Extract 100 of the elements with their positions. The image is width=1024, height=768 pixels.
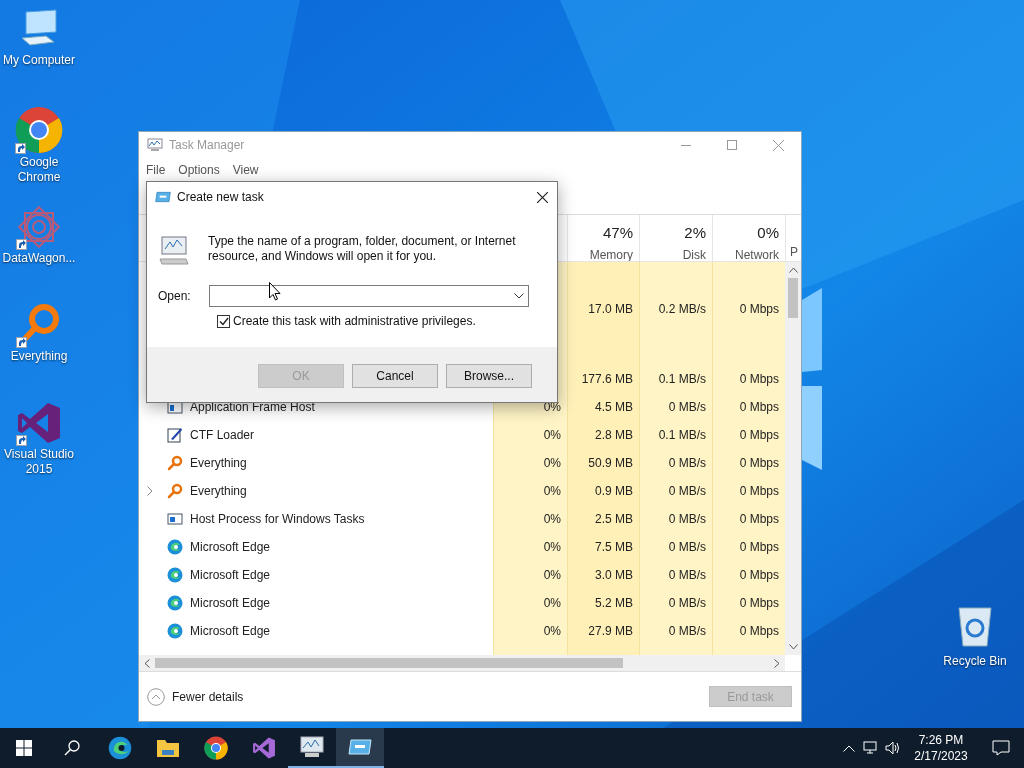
usage-percent: 47%	[602, 223, 633, 243]
table-cell-text: 0%	[543, 623, 561, 640]
process-name[interactable]: Microsoft Edge	[190, 594, 271, 612]
magnifier-icon	[167, 483, 183, 499]
magnifier-icon	[167, 455, 183, 471]
table-cell-text: 0 MB/s	[668, 399, 706, 416]
column-label: Network	[735, 246, 779, 261]
table-cell-text: 5.2 MB	[595, 595, 633, 612]
table-cell-text: 0.1 MB/s	[658, 427, 706, 444]
table-cell-text: 0 Mbps	[739, 371, 779, 388]
table-cell-text: 2.8 MB	[595, 427, 633, 444]
scroll-thumb[interactable]	[788, 278, 798, 318]
close-icon	[772, 139, 784, 151]
icon-label[interactable]: Google Chrome	[0, 155, 78, 185]
column-header[interactable]: 47% Memory	[567, 215, 639, 261]
table-cell-text: 0 Mbps	[739, 511, 779, 528]
dialog-button[interactable]: Cancel	[352, 364, 438, 388]
column-header[interactable]: P	[785, 215, 803, 261]
edge-icon	[167, 595, 183, 611]
table-cell-text: 0 Mbps	[739, 595, 779, 612]
close-icon	[536, 191, 548, 203]
window-title: Task Manager	[169, 137, 245, 154]
process-name[interactable]: Host Process for Windows Tasks	[190, 510, 365, 528]
table-cell-text: 0 MB/s	[668, 567, 706, 584]
vertical-scrollbar[interactable]	[785, 262, 801, 655]
process-name[interactable]: Microsoft Edge	[190, 622, 271, 640]
menu-item[interactable]: File	[146, 161, 166, 179]
column-header[interactable]: 0% Network	[712, 215, 785, 261]
icon-label[interactable]: Everything	[0, 349, 78, 364]
process-name[interactable]: Microsoft Edge	[190, 538, 271, 556]
usage-percent: 2%	[684, 223, 706, 243]
table-cell-text: 0 MB/s	[668, 623, 706, 640]
table-cell-text: 0 Mbps	[739, 399, 779, 416]
table-cell-text: 0 MB/s	[668, 483, 706, 500]
table-cell-text: 3.0 MB	[595, 567, 633, 584]
edge-icon	[167, 539, 183, 555]
caret-icon[interactable]	[514, 293, 524, 299]
column-label: Memory	[589, 246, 633, 261]
table-cell-text: 7.5 MB	[595, 539, 633, 556]
magnifier-icon[interactable]	[16, 302, 62, 348]
run-dialog-icon	[155, 191, 171, 203]
table-cell-text: 0 Mbps	[739, 567, 779, 584]
computer-icon	[158, 234, 190, 266]
edge-icon	[167, 623, 183, 639]
window-icon	[167, 511, 183, 527]
table-cell-text: 50.9 MB	[588, 455, 633, 472]
edge-icon	[167, 567, 183, 583]
chevron-icon[interactable]	[147, 486, 153, 496]
clock-time: 7:26 PM	[918, 732, 964, 748]
table-cell-text: 0 Mbps	[739, 483, 779, 500]
process-name[interactable]: Everything	[190, 482, 247, 500]
table-cell-text: 0 MB/s	[668, 539, 706, 556]
icon-label[interactable]: DataWagon...	[0, 251, 78, 266]
column-header[interactable]: 2% Disk	[639, 215, 712, 261]
cursor-icon	[269, 282, 281, 301]
table-cell-text: 0 Mbps	[739, 427, 779, 444]
checkbox-label[interactable]: Create this task with administrative privileges.	[233, 312, 476, 330]
table-cell-text: 0 Mbps	[739, 623, 779, 640]
table-cell-text: 2.5 MB	[595, 511, 633, 528]
table-cell-text: 0%	[543, 483, 561, 500]
horizontal-scrollbar[interactable]	[139, 655, 785, 671]
icon-label[interactable]: My Computer	[0, 53, 78, 68]
column-label: P	[789, 244, 798, 261]
clock[interactable]: 7:26 PM 2/17/2023	[904, 732, 978, 764]
table-cell-text: 0 MB/s	[668, 455, 706, 472]
chrome-icon[interactable]	[15, 106, 63, 154]
checkbox[interactable]	[217, 314, 230, 328]
open-combobox[interactable]	[209, 285, 529, 307]
table-cell-text: 4.5 MB	[595, 399, 633, 416]
table-cell-text: 0 Mbps	[739, 539, 779, 556]
table-cell-text: 0%	[543, 567, 561, 584]
fewer-details-link[interactable]: Fewer details	[172, 687, 244, 706]
table-cell-text: 0 MB/s	[668, 511, 706, 528]
scroll-thumb[interactable]	[155, 658, 623, 668]
table-cell-text: 27.9 MB	[588, 623, 633, 640]
table-cell-text: 0 Mbps	[739, 301, 779, 318]
table-cell-text: 177.6 MB	[581, 371, 633, 388]
maximize-icon	[727, 140, 737, 150]
process-name[interactable]: Everything	[190, 454, 247, 472]
dialog-title: Create new task	[177, 189, 264, 206]
table-cell-text: 0%	[543, 595, 561, 612]
table-cell-text: 0 MB/s	[668, 595, 706, 612]
table-cell-text: 0%	[543, 539, 561, 556]
icon-label[interactable]: Recycle Bin	[943, 654, 1007, 669]
monitor-icon	[147, 138, 163, 152]
process-name[interactable]: Microsoft Edge	[190, 566, 271, 584]
column-label: Disk	[682, 246, 706, 261]
process-name[interactable]: CTF Loader	[190, 426, 255, 444]
pen-icon	[167, 427, 183, 443]
menu-item[interactable]: View	[232, 161, 259, 179]
icon-label[interactable]: Visual Studio 2015	[0, 447, 78, 477]
run-dialog-icon[interactable]	[336, 728, 384, 768]
dialog-message: Type the name of a program, folder, document, or Internet resource, and Windows will open it for you.	[208, 234, 517, 265]
table-cell-text: 0 Mbps	[739, 455, 779, 472]
table-cell-text: 0%	[543, 511, 561, 528]
table-cell-text: 0.2 MB/s	[658, 301, 706, 318]
dialog-button[interactable]: Browse...	[446, 364, 532, 388]
menu-item[interactable]: Options	[178, 161, 220, 179]
table-cell-text: 0%	[543, 427, 561, 444]
flower-icon[interactable]	[16, 204, 62, 250]
